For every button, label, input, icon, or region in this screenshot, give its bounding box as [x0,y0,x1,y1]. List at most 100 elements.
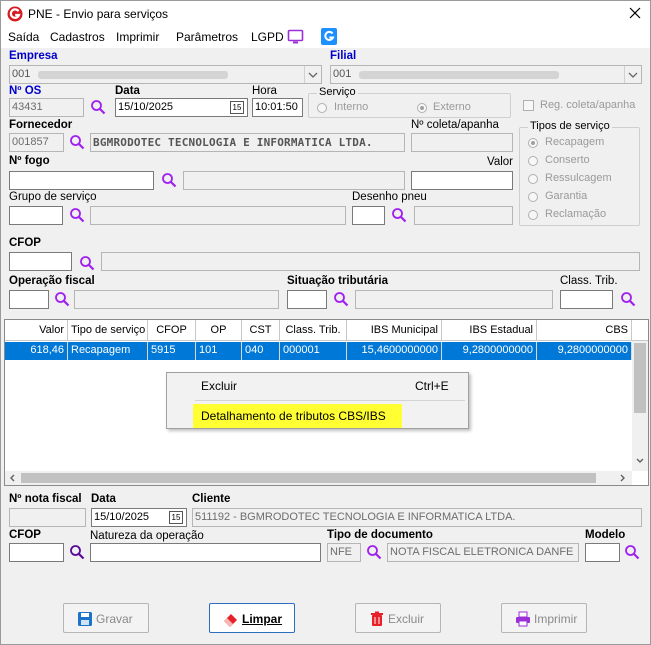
tipo-doc-name-field: NOTA FISCAL ELETRONICA DANFE [387,543,579,562]
modelo-label: Modelo [585,529,626,541]
cell-tipo[interactable]: Recapagem [68,342,148,360]
menu-parametros[interactable]: Parâmetros [176,30,238,44]
blurred-text [359,71,559,79]
cell-cbs[interactable]: 9,2800000000 [537,342,632,360]
cell-cst[interactable]: 040 [242,342,280,360]
ressulcagem-label: Ressulcagem [545,172,612,184]
monitor-icon[interactable] [287,29,305,45]
search-icon[interactable] [69,544,85,560]
reg-coleta-checkbox[interactable] [523,100,534,111]
search-icon[interactable] [620,291,636,307]
recapagem-radio[interactable] [528,138,538,148]
cell-op[interactable]: 101 [196,342,242,360]
close-icon[interactable] [627,5,643,21]
search-icon[interactable] [69,134,85,150]
save-icon [77,611,93,627]
vertical-scrollbar[interactable] [632,341,648,471]
cell-ibs-estadual[interactable]: 9,2800000000 [442,342,537,360]
menu-lgpd[interactable]: LGPD [251,30,284,44]
footer-data-field[interactable]: 15/10/2025 15 [91,508,187,527]
empresa-select[interactable]: 001 [9,65,322,84]
cfop-label: CFOP [9,237,41,249]
menu-saida[interactable]: Saída [8,30,39,44]
modelo-field[interactable] [585,543,620,562]
os-field[interactable]: 43431 [9,98,84,117]
search-icon[interactable] [333,291,349,307]
data-field[interactable]: 15/10/2025 15 [115,98,248,117]
externo-radio[interactable] [417,103,427,113]
conserto-radio[interactable] [528,156,538,166]
footer-cfop-field[interactable] [9,543,64,562]
grupo-field[interactable] [9,206,63,225]
blurred-text [38,71,228,79]
app-window: PNE - Envio para serviços Saída Cadastro… [0,0,651,645]
gravar-button[interactable]: Gravar [63,603,149,633]
recapagem-label: Recapagem [545,136,605,148]
os-label: Nº OS [9,85,42,97]
imprimir-button[interactable]: Imprimir [501,603,587,633]
search-icon[interactable] [391,207,407,223]
situacao-field[interactable] [287,290,327,309]
filial-select[interactable]: 001 [330,65,642,84]
chevron-down-icon[interactable] [624,66,641,83]
search-icon[interactable] [624,544,640,560]
desenho-field[interactable] [352,206,385,225]
col-header-tipo[interactable]: Tipo de serviço [68,320,148,341]
search-icon[interactable] [161,172,177,188]
cell-ibs-municipal[interactable]: 15,4600000000 [347,342,442,360]
context-menu-item-excluir[interactable]: Excluir Ctrl+E [169,375,466,397]
horizontal-scrollbar[interactable] [5,471,632,485]
col-header-classtrib[interactable]: Class. Trib. [280,320,347,341]
search-icon[interactable] [90,99,106,115]
col-header-cst[interactable]: CST [242,320,280,341]
fogo-field[interactable] [9,171,154,190]
search-icon[interactable] [54,291,70,307]
tipo-doc-label: Tipo de documento [327,529,433,541]
coleta-label: Nº coleta/apanha [411,119,499,131]
operacao-field[interactable] [9,290,49,309]
cfop-field[interactable] [9,252,72,271]
garantia-radio[interactable] [528,192,538,202]
tipo-doc-code-field[interactable]: NFE [327,543,361,562]
menu-imprimir[interactable]: Imprimir [116,30,159,44]
chevron-down-icon[interactable] [304,66,321,83]
reclamacao-radio[interactable] [528,210,538,220]
g-logo-icon[interactable] [321,28,337,45]
search-icon[interactable] [69,207,85,223]
scroll-right-icon[interactable] [617,473,627,483]
col-header-op[interactable]: OP [196,320,242,341]
search-icon[interactable] [366,544,382,560]
data-label: Data [115,85,140,97]
valor-field[interactable] [411,171,513,190]
scroll-thumb[interactable] [634,343,646,413]
search-icon[interactable] [79,255,95,271]
col-header-cbs[interactable]: CBS [537,320,632,341]
cell-cfop[interactable]: 5915 [148,342,196,360]
natureza-field[interactable] [90,543,321,562]
context-menu-item-detalhamento[interactable]: Detalhamento de tributos CBS/IBS [193,404,402,428]
col-header-ibs-estadual[interactable]: IBS Estadual [442,320,537,341]
grupo-desc-field [90,206,346,225]
footer-cfop-label: CFOP [9,529,41,541]
scroll-thumb[interactable] [21,473,596,483]
fornecedor-code-field[interactable]: 001857 [9,133,64,152]
header-corner [632,320,648,341]
col-header-ibs-municipal[interactable]: IBS Municipal [347,320,442,341]
cell-classtrib[interactable]: 000001 [280,342,347,360]
hora-field[interactable]: 10:01:50 [252,98,303,117]
excluir-button[interactable]: Excluir [355,603,441,633]
interno-radio[interactable] [317,103,327,113]
limpar-button[interactable]: Limpar [209,603,295,633]
calendar-icon[interactable]: 15 [230,101,244,114]
cell-valor[interactable]: 618,46 [5,342,68,360]
col-header-valor[interactable]: Valor [5,320,68,341]
ressulcagem-radio[interactable] [528,174,538,184]
operacao-label: Operação fiscal [9,275,95,287]
scroll-down-icon[interactable] [635,456,645,466]
calendar-icon[interactable]: 15 [169,511,183,524]
valor-label: Valor [487,156,513,168]
menu-cadastros[interactable]: Cadastros [50,30,105,44]
col-header-cfop[interactable]: CFOP [148,320,196,341]
classtrib-field[interactable] [560,290,613,309]
scroll-left-icon[interactable] [8,473,18,483]
